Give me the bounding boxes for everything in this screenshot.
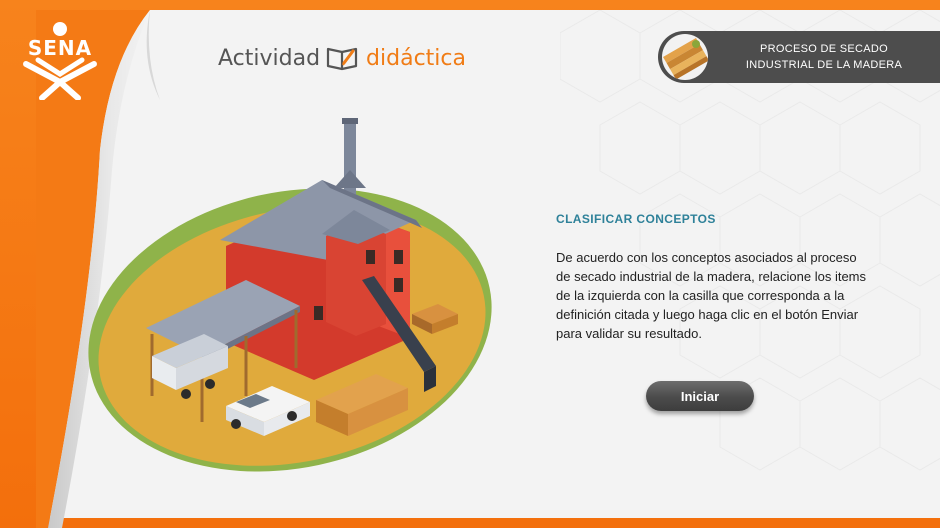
sena-logo-icon (23, 22, 97, 101)
sawmill-illustration (88, 118, 492, 472)
start-button[interactable]: Iniciar (646, 381, 754, 411)
activity-word: Actividad (218, 45, 321, 71)
slide-stage: SENA Actividad didáctica PROCESO DE SECA… (0, 0, 940, 528)
activity-title: Actividad didáctica (218, 42, 466, 74)
instructions-text: De acuerdo con los conceptos asociados a… (556, 250, 867, 341)
section-title: CLASIFICAR CONCEPTOS (556, 212, 716, 226)
topic-line1: PROCESO DE SECADO (760, 43, 888, 55)
topic-text: PROCESO DE SECADO INDUSTRIAL DE LA MADER… (708, 41, 940, 73)
wood-planks-icon (662, 34, 708, 80)
book-pencil-icon (326, 47, 358, 71)
topic-badge: PROCESO DE SECADO INDUSTRIAL DE LA MADER… (658, 31, 940, 83)
logo-text: SENA (27, 36, 93, 60)
activity-type: didáctica (366, 45, 466, 71)
sena-logo: SENA (18, 20, 102, 101)
topic-line2: INDUSTRIAL DE LA MADERA (745, 59, 903, 71)
